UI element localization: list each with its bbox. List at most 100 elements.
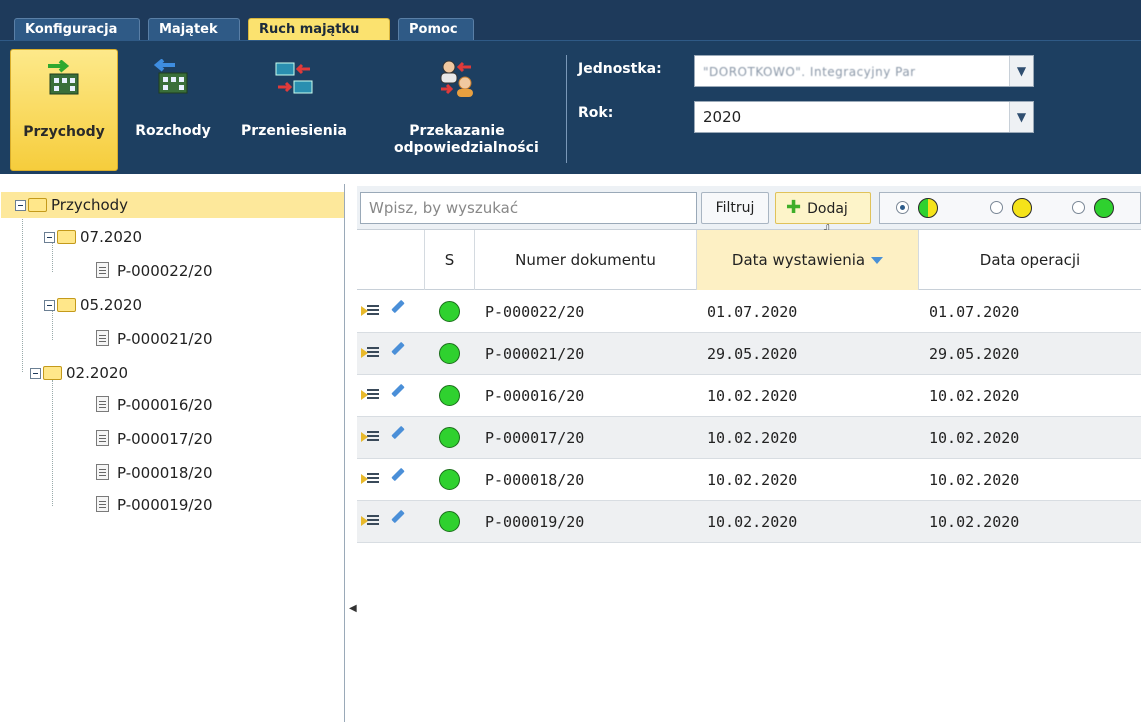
cell-number: P-000019/20	[485, 513, 585, 531]
ribbon-przeniesienia-button[interactable]: Przeniesienia	[232, 49, 356, 171]
collapse-icon[interactable]	[44, 232, 55, 243]
tab-majatek[interactable]: Majątek	[148, 18, 240, 40]
header-op-date[interactable]: Data operacji	[919, 230, 1141, 290]
details-icon[interactable]	[361, 345, 383, 365]
edit-pencil-icon[interactable]	[387, 509, 405, 529]
table-row[interactable]: P-000019/20 10.02.2020 10.02.2020	[357, 501, 1141, 543]
status-green-icon	[439, 343, 460, 364]
tree-group-05-2020[interactable]: 05.2020	[44, 292, 142, 318]
header-issue-date[interactable]: Data wystawienia	[697, 230, 919, 290]
tree-item-label: P-000016/20	[117, 396, 213, 414]
tree-root-przychody[interactable]: Przychody	[1, 192, 344, 218]
ribbon-rozchody-button[interactable]: Rozchody	[126, 49, 220, 171]
ribbon-separator	[566, 55, 567, 163]
tree-group-02-2020[interactable]: 02.2020	[30, 360, 128, 386]
tree-group-label: 07.2020	[80, 228, 143, 246]
grid-header: S Numer dokumentu Data wystawienia Data …	[357, 230, 1141, 290]
status-filter-group	[879, 192, 1141, 224]
add-button-label: Dodaj	[807, 201, 848, 217]
table-row[interactable]: P-000018/20 10.02.2020 10.02.2020	[357, 459, 1141, 501]
tree-connector	[52, 380, 53, 506]
cell-issue-date: 10.02.2020	[707, 387, 798, 405]
tree-item-label: P-000017/20	[117, 430, 213, 448]
unit-select-value: "DOROTKOWO". Integracyjny Par	[703, 65, 916, 79]
details-icon[interactable]	[361, 387, 383, 407]
cell-issue-date: 10.02.2020	[707, 429, 798, 447]
tree-group-label: 05.2020	[80, 296, 143, 314]
document-icon	[96, 329, 109, 346]
document-tree: Przychody 07.2020 P-000022/20 05.2020 P-…	[0, 184, 345, 722]
status-mixed-icon	[918, 198, 938, 218]
tree-group-07-2020[interactable]: 07.2020	[44, 224, 142, 250]
header-status[interactable]: S	[425, 230, 475, 290]
status-filter-radio-yellow[interactable]	[990, 201, 1003, 214]
ribbon-rozchody-label: Rozchody	[135, 123, 211, 139]
tree-item[interactable]: P-000016/20	[96, 392, 213, 418]
edit-pencil-icon[interactable]	[387, 341, 405, 361]
collapse-icon[interactable]	[30, 368, 41, 379]
status-green-icon	[439, 427, 460, 448]
status-green-icon	[439, 469, 460, 490]
main-tab-bar: Konfiguracja Majątek Ruch majątku Pomoc	[0, 0, 1141, 40]
status-filter-radio-green[interactable]	[1072, 201, 1085, 214]
tree-item[interactable]: P-000019/20	[96, 492, 213, 518]
document-icon	[96, 261, 109, 278]
expense-building-icon	[153, 59, 188, 94]
details-icon[interactable]	[361, 513, 383, 533]
ribbon-przeniesienia-label: Przeniesienia	[241, 123, 347, 139]
table-row[interactable]: P-000022/20 01.07.2020 01.07.2020	[357, 291, 1141, 333]
tree-item[interactable]: P-000017/20	[96, 426, 213, 452]
details-icon[interactable]	[361, 429, 383, 449]
edit-pencil-icon[interactable]	[387, 425, 405, 445]
collapse-icon[interactable]	[15, 200, 26, 211]
sort-desc-icon	[871, 257, 884, 264]
status-filter-radio-all[interactable]	[896, 201, 909, 214]
edit-pencil-icon[interactable]	[387, 299, 405, 319]
folder-icon	[43, 365, 62, 380]
cell-number: P-000016/20	[485, 387, 585, 405]
collapse-icon[interactable]	[44, 300, 55, 311]
status-green-icon	[439, 511, 460, 532]
chevron-down-icon[interactable]: ▼	[1009, 102, 1033, 132]
cell-issue-date: 10.02.2020	[707, 513, 798, 531]
handover-persons-icon	[440, 60, 473, 97]
cell-op-date: 10.02.2020	[929, 513, 1020, 531]
table-row[interactable]: P-000016/20 10.02.2020 10.02.2020	[357, 375, 1141, 417]
cell-op-date: 10.02.2020	[929, 471, 1020, 489]
tab-pomoc[interactable]: Pomoc	[398, 18, 474, 40]
ribbon-przychody-label: Przychody	[23, 124, 105, 140]
edit-pencil-icon[interactable]	[387, 383, 405, 403]
year-label: Rok:	[578, 105, 614, 121]
tab-ruch-majatku[interactable]: Ruch majątku	[248, 18, 390, 40]
tree-item-label: P-000022/20	[117, 262, 213, 280]
search-input[interactable]: Wpisz, by wyszukać	[360, 192, 697, 224]
ribbon-przekazanie-button[interactable]: Przekazanie odpowiedzialności	[370, 49, 544, 171]
cell-issue-date: 10.02.2020	[707, 471, 798, 489]
ribbon-przychody-button[interactable]: Przychody	[10, 49, 118, 171]
header-number[interactable]: Numer dokumentu	[475, 230, 697, 290]
header-actions	[357, 230, 425, 290]
details-icon[interactable]	[361, 303, 383, 323]
ribbon: Przychody Rozchody Przeniesienia Przekaz…	[0, 40, 1141, 174]
folder-icon	[57, 229, 76, 244]
transfer-icon	[275, 62, 313, 94]
plus-icon: ✚	[786, 197, 802, 218]
chevron-down-icon[interactable]: ▼	[1009, 56, 1033, 86]
filter-button[interactable]: Filtruj	[701, 192, 769, 224]
panel-collapse-handle[interactable]: ◀	[349, 603, 357, 614]
folder-icon	[57, 297, 76, 312]
year-select[interactable]: 2020 ▼	[694, 101, 1034, 133]
table-row[interactable]: P-000021/20 29.05.2020 29.05.2020	[357, 333, 1141, 375]
details-icon[interactable]	[361, 471, 383, 491]
edit-pencil-icon[interactable]	[387, 467, 405, 487]
unit-select[interactable]: "DOROTKOWO". Integracyjny Par ▼	[694, 55, 1034, 87]
status-yellow-icon	[1012, 198, 1032, 218]
income-building-icon	[48, 60, 79, 95]
document-icon	[96, 463, 109, 480]
table-row[interactable]: P-000017/20 10.02.2020 10.02.2020	[357, 417, 1141, 459]
tab-konfiguracja[interactable]: Konfiguracja	[14, 18, 140, 40]
tree-item[interactable]: P-000022/20	[96, 258, 213, 284]
tree-item[interactable]: P-000021/20	[96, 326, 213, 352]
tree-item[interactable]: P-000018/20	[96, 460, 213, 486]
status-green-icon	[1094, 198, 1114, 218]
